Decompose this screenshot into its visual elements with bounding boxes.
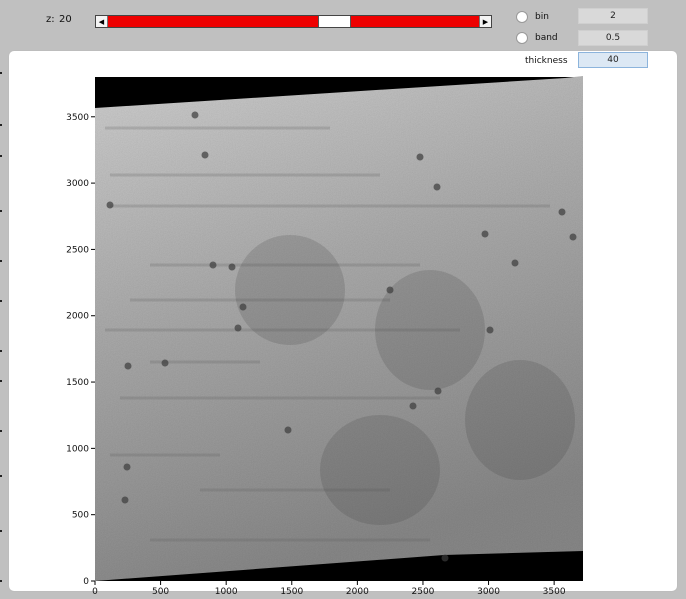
y-tick-label: 500 [72, 511, 89, 521]
dark-spot [409, 402, 417, 410]
dark-spot [239, 303, 247, 311]
x-tick-label: 3500 [543, 587, 566, 597]
y-tick-label: 3500 [66, 113, 89, 123]
dark-spot [191, 111, 199, 119]
dark-spot [441, 554, 449, 562]
dark-spot [569, 233, 577, 241]
x-tick-label: 2500 [412, 587, 435, 597]
y-tick-label: 1500 [66, 378, 89, 388]
dark-spot [123, 463, 131, 471]
dark-spot [284, 426, 292, 434]
dark-spot [416, 153, 424, 161]
y-axis: 0 500 1000 1500 2000 2500 3000 3500 [66, 113, 95, 587]
dark-spot [106, 201, 114, 209]
y-tick-label: 2500 [66, 245, 89, 255]
y-tick-label: 1000 [66, 444, 89, 454]
dark-spot [124, 362, 132, 370]
dark-spot [386, 286, 394, 294]
dark-spot [486, 326, 494, 334]
dark-spot [481, 230, 489, 238]
dark-spot [228, 263, 236, 271]
x-tick-label: 1000 [215, 587, 238, 597]
dark-spot [161, 359, 169, 367]
x-tick-label: 2000 [346, 587, 369, 597]
dark-spot [434, 387, 442, 395]
x-axis: 0 500 1000 1500 2000 2500 3000 3500 [92, 581, 566, 597]
dark-spot [209, 261, 217, 269]
dark-spot [558, 208, 566, 216]
x-tick-label: 0 [92, 587, 98, 597]
plot-svg: 0 500 1000 1500 2000 2500 3000 3500 0 500 1000 150… [66, 76, 583, 597]
x-tick-label: 500 [152, 587, 169, 597]
dark-spot [201, 151, 209, 159]
image-area [95, 76, 583, 581]
dark-spot [121, 496, 129, 504]
dark-spot [433, 183, 441, 191]
y-tick-label: 3000 [66, 179, 89, 189]
y-tick-label: 2000 [66, 312, 89, 322]
dark-spot [511, 259, 519, 267]
x-tick-label: 3000 [477, 587, 500, 597]
dark-spot [234, 324, 242, 332]
x-tick-label: 1500 [280, 587, 303, 597]
y-tick-label: 0 [83, 577, 89, 587]
